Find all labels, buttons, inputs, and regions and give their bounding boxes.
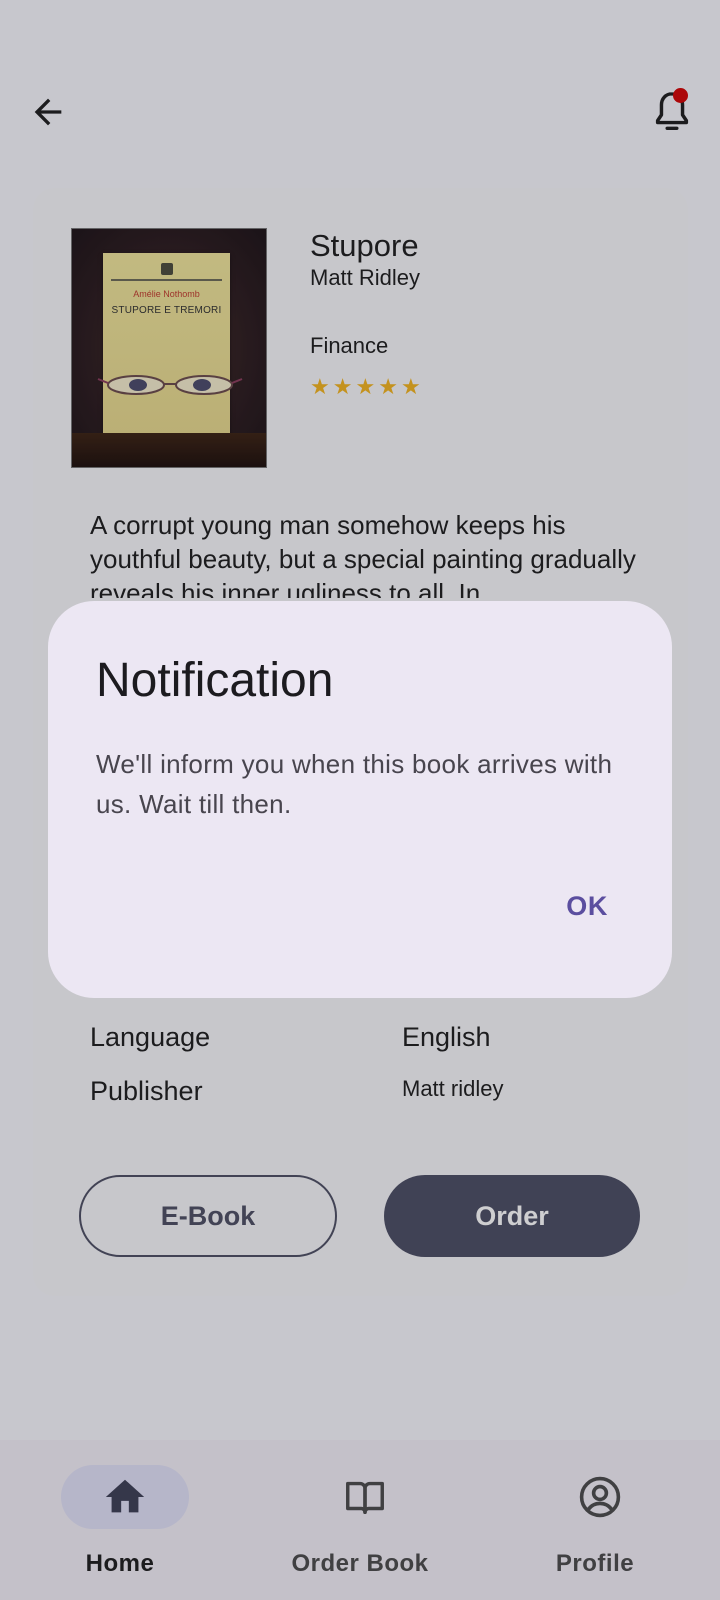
- dialog-title: Notification: [96, 654, 334, 707]
- book-detail-screen: Amélie Nothomb STUPORE E TREMORI Stupore…: [0, 0, 720, 1600]
- notification-dialog: Notification We'll inform you when this …: [48, 601, 672, 998]
- dialog-message: We'll inform you when this book arrives …: [96, 749, 613, 819]
- ok-button[interactable]: OK: [566, 891, 608, 922]
